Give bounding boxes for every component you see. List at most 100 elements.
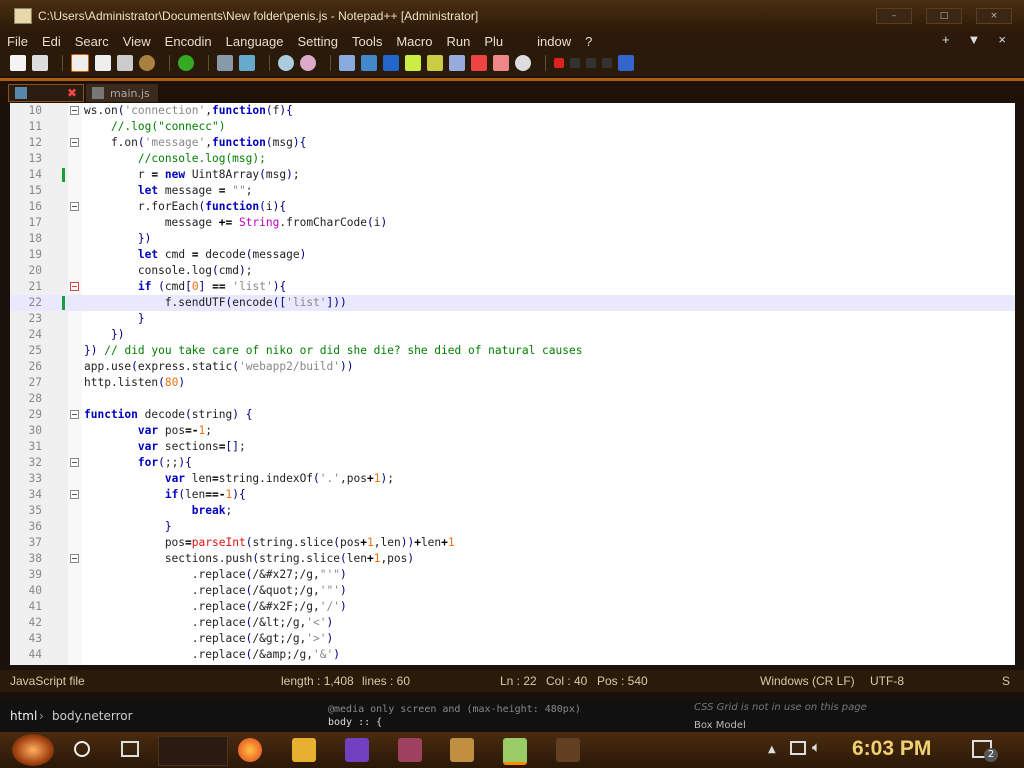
menu-plugins[interactable]: Plu xyxy=(477,34,510,49)
code-line[interactable]: 18 }) xyxy=(10,231,1015,247)
clock[interactable]: 6:03 PM xyxy=(852,737,931,761)
search-circle-icon[interactable] xyxy=(74,741,90,757)
code-line[interactable]: 43 .replace(/&gt;/g,'>') xyxy=(10,631,1015,647)
find-icon[interactable] xyxy=(217,55,233,71)
function-list-icon[interactable] xyxy=(471,55,487,71)
code-line[interactable]: 40 .replace(/&quot;/g,'"') xyxy=(10,583,1015,599)
code-line[interactable]: 11 //.log("connecc") xyxy=(10,119,1015,135)
code-line[interactable]: 24 }) xyxy=(10,327,1015,343)
lang-udl-icon[interactable] xyxy=(427,55,443,71)
box-model-header[interactable]: Box Model xyxy=(694,720,746,731)
maximize-button[interactable]: □ xyxy=(926,8,962,24)
monitoring-icon[interactable] xyxy=(515,55,531,71)
fold-toggle-icon[interactable] xyxy=(70,202,79,211)
menu-language[interactable]: Language xyxy=(219,34,291,49)
indent-guide-icon[interactable] xyxy=(405,55,421,71)
replace-icon[interactable] xyxy=(239,55,255,71)
print-icon[interactable] xyxy=(117,55,133,71)
code-line[interactable]: 31 var sections=[]; xyxy=(10,439,1015,455)
code-line[interactable]: 29 function decode(string) { xyxy=(10,407,1015,423)
fold-toggle-icon[interactable] xyxy=(70,490,79,499)
code-line[interactable]: 42 .replace(/&lt;/g,'<') xyxy=(10,615,1015,631)
word-wrap-icon[interactable] xyxy=(361,55,377,71)
status-mode[interactable]: S xyxy=(1002,674,1010,688)
menu-search[interactable]: Searc xyxy=(68,34,116,49)
folder-workspace-icon[interactable] xyxy=(493,55,509,71)
app-icon[interactable] xyxy=(398,738,422,762)
menu-edit[interactable]: Edi xyxy=(35,34,68,49)
network-icon[interactable] xyxy=(790,741,806,755)
doc-map-icon[interactable] xyxy=(449,55,465,71)
fold-toggle-icon[interactable] xyxy=(70,138,79,147)
tab-main-js[interactable]: main.js xyxy=(86,84,158,102)
zoom-in-icon[interactable] xyxy=(278,55,294,71)
notepadpp-taskbar-icon[interactable] xyxy=(503,738,527,765)
menu-file[interactable]: File xyxy=(0,34,35,49)
close-doc-icon[interactable]: × xyxy=(998,32,1006,47)
code-line[interactable]: 19 let cmd = decode(message) xyxy=(10,247,1015,263)
file-explorer-icon[interactable] xyxy=(292,738,316,762)
sync-scroll-icon[interactable] xyxy=(339,55,355,71)
status-encoding[interactable]: UTF-8 xyxy=(870,674,904,688)
fold-toggle-icon[interactable] xyxy=(70,554,79,563)
menu-help[interactable]: ? xyxy=(578,34,599,49)
code-line[interactable]: 15 let message = ""; xyxy=(10,183,1015,199)
close-button[interactable]: × xyxy=(976,8,1012,24)
chevron-up-icon[interactable]: ▲ xyxy=(768,744,776,755)
stop-recording-icon[interactable] xyxy=(570,58,580,68)
volume-icon[interactable]: 🔈︎ xyxy=(812,738,821,756)
notepadpp-app-icon[interactable] xyxy=(14,8,32,24)
redo-icon[interactable] xyxy=(178,55,194,71)
menu-tools[interactable]: Tools xyxy=(345,34,389,49)
show-all-chars-icon[interactable] xyxy=(383,55,399,71)
status-eol[interactable]: Windows (CR LF) xyxy=(760,674,855,688)
fold-toggle-icon[interactable] xyxy=(70,410,79,419)
code-line[interactable]: 26 app.use(express.static('webapp2/build'… xyxy=(10,359,1015,375)
code-line[interactable]: 38 sections.push(string.slice(len+1,pos) xyxy=(10,551,1015,567)
code-line[interactable]: 36 } xyxy=(10,519,1015,535)
save-macro-icon[interactable] xyxy=(618,55,634,71)
breadcrumb-body[interactable]: body.neterror xyxy=(52,709,133,723)
app-icon[interactable] xyxy=(556,738,580,762)
open-file-icon[interactable] xyxy=(32,55,48,71)
code-line[interactable]: 17 message += String.fromCharCode(i) xyxy=(10,215,1015,231)
menu-encoding[interactable]: Encodin xyxy=(158,34,219,49)
task-view-icon[interactable] xyxy=(121,741,139,757)
record-macro-icon[interactable] xyxy=(554,58,564,68)
app-icon[interactable] xyxy=(450,738,474,762)
code-line[interactable]: 37 pos=parseInt(string.slice(pos+1,len))… xyxy=(10,535,1015,551)
code-line[interactable]: 44 .replace(/&amp;/g,'&') xyxy=(10,647,1015,663)
code-line[interactable]: 16 r.forEach(function(i){ xyxy=(10,199,1015,215)
code-line[interactable]: 12 f.on('message',function(msg){ xyxy=(10,135,1015,151)
code-line[interactable]: 10 ws.on('connection',function(f){ xyxy=(10,103,1015,119)
zoom-out-icon[interactable] xyxy=(300,55,316,71)
code-line[interactable]: 22 f.sendUTF(encode(['list'])) xyxy=(10,295,1015,311)
code-line[interactable]: 14 r = new Uint8Array(msg); xyxy=(10,167,1015,183)
tab-list-dropdown-icon[interactable]: ▼ xyxy=(968,32,981,47)
save-icon[interactable] xyxy=(71,54,89,72)
minimize-button[interactable]: – xyxy=(876,8,912,24)
start-button[interactable] xyxy=(12,734,54,766)
code-line[interactable]: 13 //console.log(msg); xyxy=(10,151,1015,167)
code-line[interactable]: 35 break; xyxy=(10,503,1015,519)
playback-macro-icon[interactable] xyxy=(586,58,596,68)
menu-window[interactable]: indow xyxy=(530,34,578,49)
code-editor[interactable]: 10 ws.on('connection',function(f){11 //.l… xyxy=(10,103,1015,665)
code-line[interactable]: 41 .replace(/&#x2F;/g,'/') xyxy=(10,599,1015,615)
save-all-icon[interactable] xyxy=(95,55,111,71)
code-line[interactable]: 32 for(;;){ xyxy=(10,455,1015,471)
fold-toggle-icon[interactable] xyxy=(70,282,79,291)
code-line[interactable]: 23 } xyxy=(10,311,1015,327)
tab-penis-js[interactable]: ✖ xyxy=(8,84,84,102)
fold-toggle-icon[interactable] xyxy=(70,106,79,115)
code-line[interactable]: 28 xyxy=(10,391,1015,407)
visual-studio-icon[interactable] xyxy=(345,738,369,762)
code-line[interactable]: 27 http.listen(80) xyxy=(10,375,1015,391)
taskbar-search-box[interactable] xyxy=(158,736,228,766)
fold-toggle-icon[interactable] xyxy=(70,458,79,467)
menu-settings[interactable]: Setting xyxy=(291,34,345,49)
new-file-icon[interactable] xyxy=(10,55,26,71)
close-tab-icon[interactable]: ✖ xyxy=(67,86,77,100)
code-line[interactable]: 25}) // did you take care of niko or did… xyxy=(10,343,1015,359)
breadcrumb-html[interactable]: html xyxy=(10,709,37,723)
